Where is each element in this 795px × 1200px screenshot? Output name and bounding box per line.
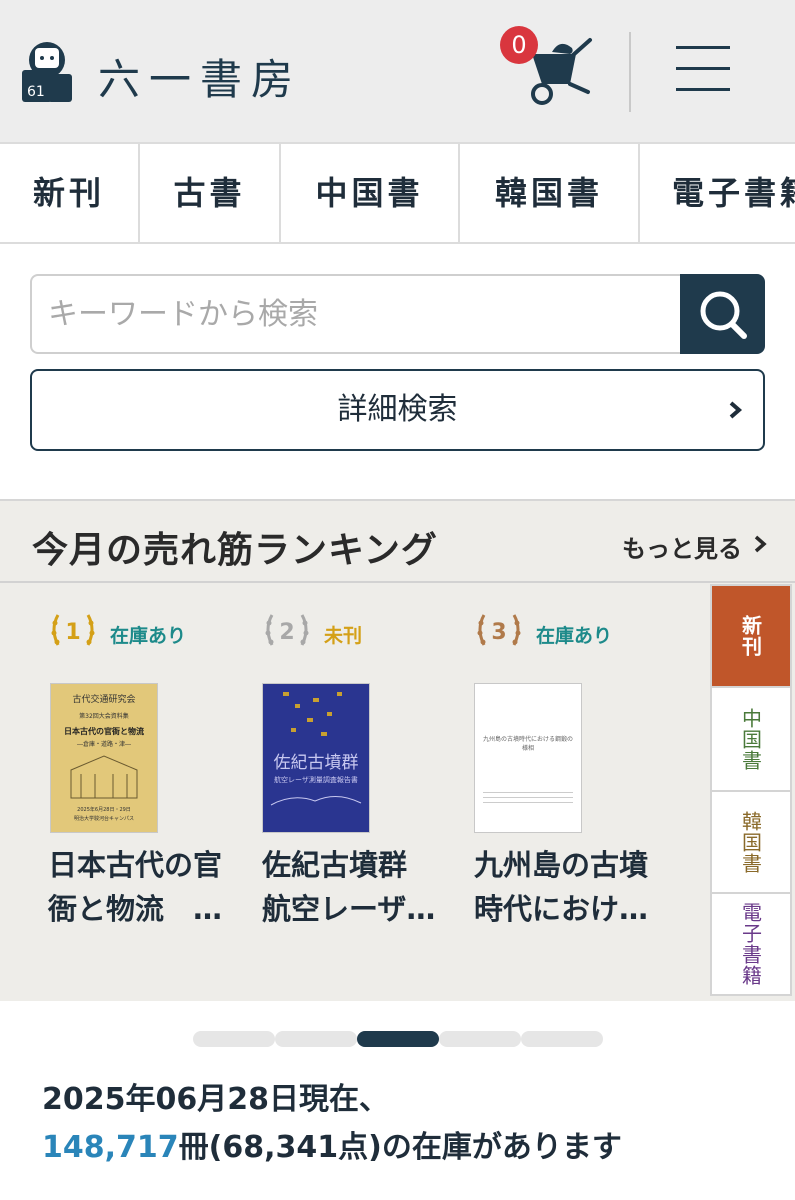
- stock-status: 在庫あり: [110, 625, 187, 647]
- svg-text:3: 3: [491, 620, 506, 645]
- book-cover[interactable]: 古代交通研究会 第32回大会資料集 日本古代の官衙と物流 ―倉庫・道路・津― 2…: [50, 683, 158, 833]
- search-bar: [30, 274, 765, 354]
- ranking-title: 今月の売れ筋ランキング: [32, 530, 438, 571]
- pager-dot[interactable]: [439, 1031, 521, 1047]
- category-tab-ebook[interactable]: 電子書籍: [640, 144, 795, 242]
- logo-icon[interactable]: 61: [18, 38, 76, 104]
- category-tab-new[interactable]: 新刊: [0, 144, 140, 242]
- carousel-pager: [193, 1031, 603, 1047]
- pager-dot[interactable]: [275, 1031, 357, 1047]
- advanced-search-button[interactable]: 詳細検索: [30, 369, 765, 451]
- rank-laurel-icon: 1: [51, 614, 95, 646]
- svg-text:1: 1: [65, 620, 80, 645]
- ranking-category-tabs: 新刊 中国書 韓国書 電子書籍: [710, 584, 792, 996]
- header-divider: [629, 32, 631, 112]
- cart-count-badge: 0: [500, 26, 538, 64]
- chevron-right-icon[interactable]: [753, 535, 767, 553]
- search-input[interactable]: [30, 274, 682, 354]
- advanced-search-label: 詳細検索: [337, 392, 458, 427]
- mound-illustration: [270, 796, 362, 806]
- category-nav: 新刊 古書 中国書 韓国書 電子書籍: [0, 144, 795, 244]
- search-icon: [700, 291, 747, 339]
- stock-summary-date: 2025年06月28日現在、: [42, 1082, 389, 1117]
- ranking-tab-ebook[interactable]: 電子書籍: [712, 894, 790, 994]
- svg-text:61: 61: [27, 84, 45, 100]
- hamburger-menu-icon[interactable]: [676, 46, 730, 92]
- ranking-tab-korean[interactable]: 韓国書: [712, 792, 790, 894]
- more-link[interactable]: もっと見る: [622, 529, 742, 564]
- search-button[interactable]: [680, 274, 765, 354]
- ranking-tab-new[interactable]: 新刊: [712, 586, 790, 688]
- ranking-tab-chinese[interactable]: 中国書: [712, 688, 790, 792]
- stock-count-number: 148,717: [42, 1130, 179, 1165]
- building-illustration: [70, 755, 138, 799]
- category-tab-chinese[interactable]: 中国書: [281, 144, 460, 242]
- book-cover[interactable]: 九州島の古墳時代における鋼鍛の様相: [474, 683, 582, 833]
- site-header: 61 六一書房 0: [0, 0, 795, 144]
- stock-summary-count: 148,717冊(68,341点)の在庫があります: [42, 1130, 622, 1165]
- book-title[interactable]: 九州島の古墳 時代におけ…: [474, 843, 674, 931]
- pager-dot[interactable]: [193, 1031, 275, 1047]
- pager-dot[interactable]: [521, 1031, 603, 1047]
- book-title[interactable]: 佐紀古墳群 航空レーザ…: [262, 843, 462, 931]
- rank-laurel-icon: 3: [477, 614, 521, 646]
- svg-text:2: 2: [279, 620, 294, 645]
- stock-status: 在庫あり: [536, 625, 613, 647]
- chevron-right-icon: [729, 401, 743, 419]
- pager-dot-active[interactable]: [357, 1031, 439, 1047]
- stock-status: 未刊: [324, 625, 363, 647]
- site-logo-text[interactable]: 六一書房: [98, 46, 302, 107]
- ranking-section: 今月の売れ筋ランキング もっと見る 1 在庫あり 古代交通研究会 第32回大会資…: [0, 499, 795, 1001]
- rank-laurel-icon: 2: [265, 614, 309, 646]
- ranking-divider: [0, 581, 795, 583]
- category-tab-korean[interactable]: 韓国書: [460, 144, 640, 242]
- book-cover[interactable]: 佐紀古墳群 航空レーザ測量調査報告書: [262, 683, 370, 833]
- scatter-pattern: [283, 692, 342, 736]
- category-tab-used[interactable]: 古書: [140, 144, 281, 242]
- book-title[interactable]: 日本古代の官 衙と物流 …: [48, 843, 248, 931]
